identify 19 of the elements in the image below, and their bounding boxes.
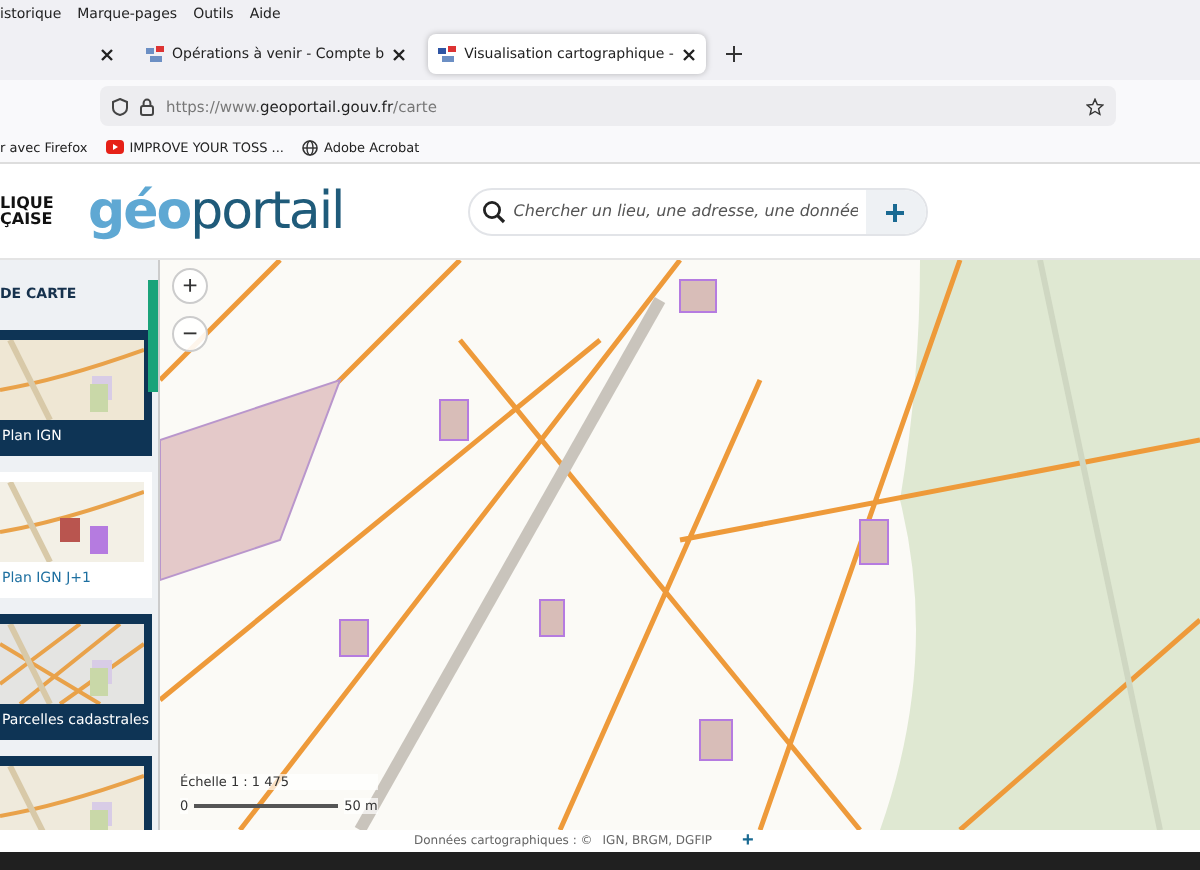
shield-icon[interactable] (112, 97, 128, 115)
search-icon[interactable] (481, 199, 506, 223)
star-icon[interactable] (1086, 97, 1104, 115)
plus-icon[interactable] (725, 46, 742, 62)
play-icon (105, 140, 124, 154)
globe-icon (302, 139, 318, 155)
close-icon[interactable] (681, 47, 696, 61)
add-button[interactable] (865, 189, 926, 233)
lock-icon[interactable] (140, 97, 154, 115)
logo-text: LIQUE ÇAISE (0, 195, 56, 227)
page-icon (146, 46, 164, 62)
more-button[interactable]: + (742, 831, 754, 851)
close-icon[interactable] (100, 47, 114, 61)
site-logo[interactable]: géoportail (88, 181, 344, 241)
plus-icon[interactable] (886, 203, 905, 221)
scrollbar[interactable] (148, 280, 158, 392)
close-icon[interactable] (392, 47, 407, 61)
layer-card[interactable] (0, 756, 152, 830)
page-icon (438, 46, 457, 62)
